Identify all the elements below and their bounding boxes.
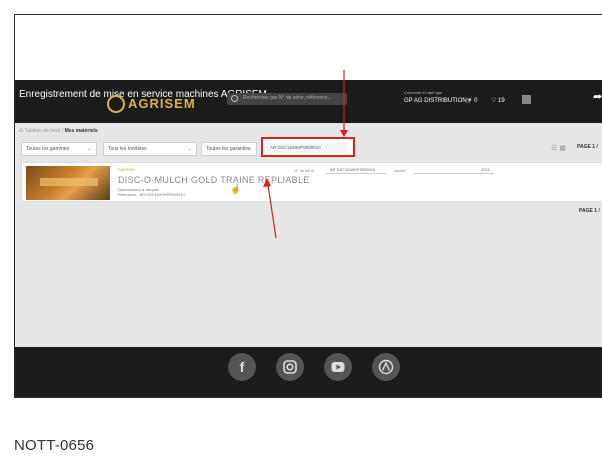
arrow-head-down-icon	[340, 130, 348, 137]
arrow-head-up-icon	[263, 178, 271, 187]
screenshot-frame: Enregistrement de mise en service machin…	[14, 14, 602, 398]
figure-caption: NOTT-0656	[14, 437, 95, 454]
annotation-arrows	[263, 70, 348, 239]
arrow-to-product-name	[267, 184, 277, 239]
